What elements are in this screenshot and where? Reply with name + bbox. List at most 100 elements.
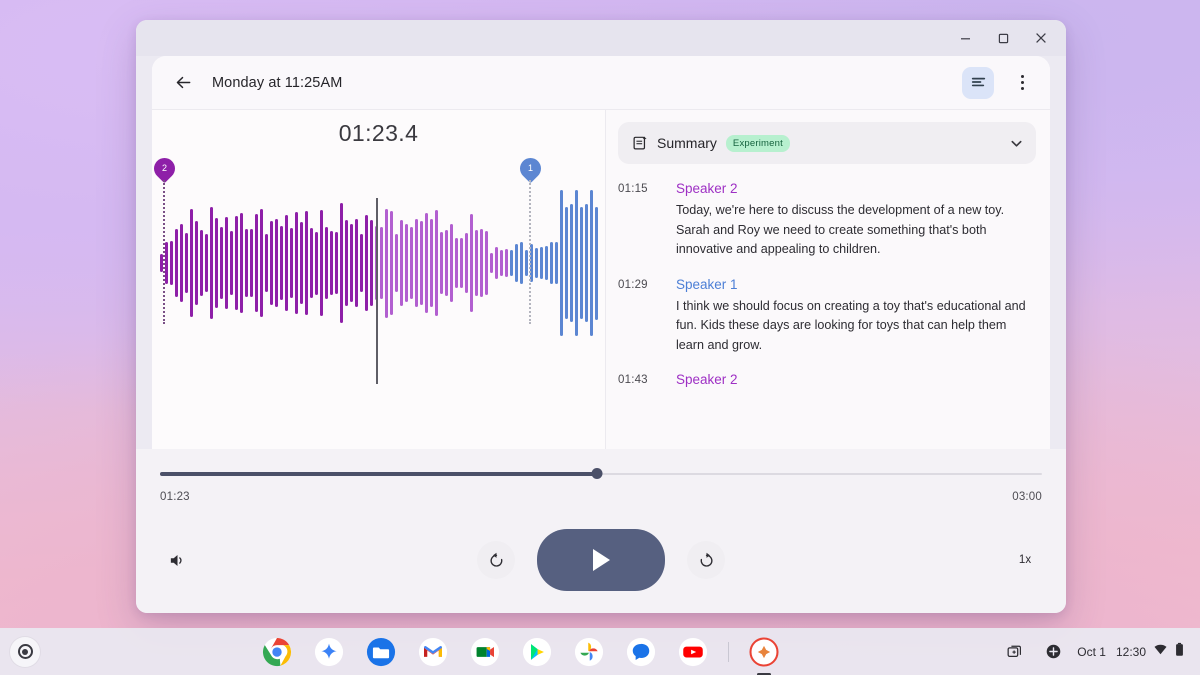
- waveform-bar: [465, 232, 468, 294]
- transcript-entry[interactable]: 01:29 Speaker 1 I think we should focus on…: [618, 277, 1036, 356]
- waveform-bar: [435, 209, 438, 317]
- waveform-bar: [220, 227, 223, 299]
- waveform-bar: [215, 217, 218, 309]
- battery-icon: [1175, 642, 1184, 662]
- transcript-entry[interactable]: 01:43 Speaker 2: [618, 372, 1036, 392]
- rewind-10-button[interactable]: [477, 541, 515, 579]
- waveform-bar: [315, 231, 318, 295]
- waveform-pane[interactable]: 01:23.4 2 1: [152, 110, 606, 449]
- shelf-app-youtube[interactable]: [676, 635, 710, 669]
- waveform-bar: [320, 210, 323, 316]
- shelf-app-gemini[interactable]: [312, 635, 346, 669]
- waveform-bar: [550, 242, 553, 284]
- transport-controls: 1x: [160, 529, 1042, 591]
- volume-button[interactable]: [160, 543, 194, 577]
- center-controls: [194, 529, 1008, 591]
- entry-speaker-label[interactable]: Speaker 2: [676, 372, 1036, 387]
- time-row: 01:23 03:00: [160, 491, 1042, 503]
- waveform-bar: [300, 222, 303, 304]
- waveform-bar: [190, 208, 193, 318]
- gmail-icon: [419, 637, 448, 666]
- launcher-icon: [17, 644, 33, 659]
- progress-thumb[interactable]: [591, 468, 603, 479]
- waveform-bar: [335, 231, 338, 295]
- waveform-bar: [235, 216, 238, 310]
- maximize-button[interactable]: [984, 23, 1022, 53]
- status-area: Oct 1 12:30: [1001, 638, 1190, 666]
- desks-button[interactable]: [1001, 638, 1029, 666]
- replay-10-icon: [490, 552, 502, 567]
- entry-body: Speaker 1 I think we should focus on crea…: [676, 277, 1036, 356]
- waveform-bar: [490, 252, 493, 274]
- waveform-bar: [380, 227, 383, 299]
- waveform-bar: [185, 232, 188, 294]
- shelf-app-photos[interactable]: [572, 635, 606, 669]
- shelf-app-play-store[interactable]: [520, 635, 554, 669]
- entry-speaker-label[interactable]: Speaker 2: [676, 181, 1036, 196]
- content-split: 01:23.4 2 1 Summary Experiment 01:15 Spe…: [152, 109, 1050, 449]
- app-card: Monday at 11:25AM 01:23.4 2 1 Summary Ex…: [152, 56, 1050, 449]
- volume-icon: [170, 554, 182, 566]
- waveform-bar: [440, 232, 443, 294]
- transcript-toggle-button[interactable]: [962, 66, 994, 99]
- summary-row[interactable]: Summary Experiment: [618, 122, 1036, 164]
- waveform-bar: [330, 230, 333, 296]
- waveform-bar: [505, 249, 508, 277]
- status-clock-group[interactable]: 12:30: [1116, 642, 1184, 662]
- waveform-bar: [170, 241, 173, 285]
- waveform-bar: [165, 241, 168, 285]
- shelf-app-gmail[interactable]: [416, 635, 450, 669]
- waveform-bar: [305, 210, 308, 316]
- entry-speaker-label[interactable]: Speaker 1: [676, 277, 1036, 292]
- launcher-button[interactable]: [10, 636, 40, 667]
- shelf-apps: [40, 635, 1001, 669]
- forward-10-button[interactable]: [687, 541, 725, 579]
- waveform-canvas[interactable]: 2 1: [152, 153, 605, 384]
- waveform-bars: [160, 158, 605, 368]
- waveform-bar: [280, 226, 283, 300]
- quick-settings-button[interactable]: [1039, 638, 1067, 666]
- transcript-entry[interactable]: 01:15 Speaker 2 Today, we're here to discu…: [618, 181, 1036, 260]
- playhead[interactable]: [376, 198, 378, 384]
- marker-stem: [529, 180, 531, 324]
- waveform-bar: [405, 224, 408, 302]
- playback-speed-button[interactable]: 1x: [1008, 543, 1042, 577]
- dot: [1020, 75, 1024, 78]
- waveform-bar: [475, 229, 478, 297]
- waveform-bar: [265, 233, 268, 293]
- shelf-app-chrome[interactable]: [260, 635, 294, 669]
- waveform-bar: [470, 214, 473, 312]
- waveform-bar: [390, 210, 393, 316]
- waveform-bar: [395, 234, 398, 292]
- waveform-bar: [260, 208, 263, 318]
- status-time: 12:30: [1115, 644, 1146, 659]
- waveform-bar: [520, 242, 523, 284]
- shelf-app-messages[interactable]: [624, 635, 658, 669]
- waveform-bar: [515, 243, 518, 283]
- transcript-lines-icon: [971, 77, 985, 87]
- back-button[interactable]: [168, 68, 198, 98]
- play-button[interactable]: [537, 529, 665, 591]
- waveform-bar: [540, 247, 543, 279]
- marker-stem: [163, 180, 165, 324]
- entry-timestamp: 01:43: [618, 374, 648, 387]
- messages-icon: [627, 637, 656, 666]
- waveform-bar: [245, 229, 248, 297]
- shelf-app-meet[interactable]: [468, 635, 502, 669]
- shelf-app-files[interactable]: [364, 635, 398, 669]
- summary-label: Summary: [657, 135, 717, 151]
- waveform-bar: [175, 228, 178, 298]
- waveform-bar: [285, 215, 288, 311]
- waveform-bar: [580, 206, 583, 320]
- shelf-app-recorder[interactable]: [747, 635, 781, 669]
- close-button[interactable]: [1022, 23, 1060, 53]
- dot: [1020, 81, 1024, 84]
- waveform-bar: [350, 223, 353, 303]
- waveform-bar: [500, 250, 503, 276]
- chevron-down-icon[interactable]: [1009, 136, 1024, 151]
- minimize-button[interactable]: [946, 23, 984, 53]
- progress-slider[interactable]: [160, 467, 1042, 481]
- waveform-bar: [325, 226, 328, 300]
- status-date[interactable]: Oct 1: [1077, 645, 1106, 659]
- overflow-menu-button[interactable]: [1008, 68, 1036, 98]
